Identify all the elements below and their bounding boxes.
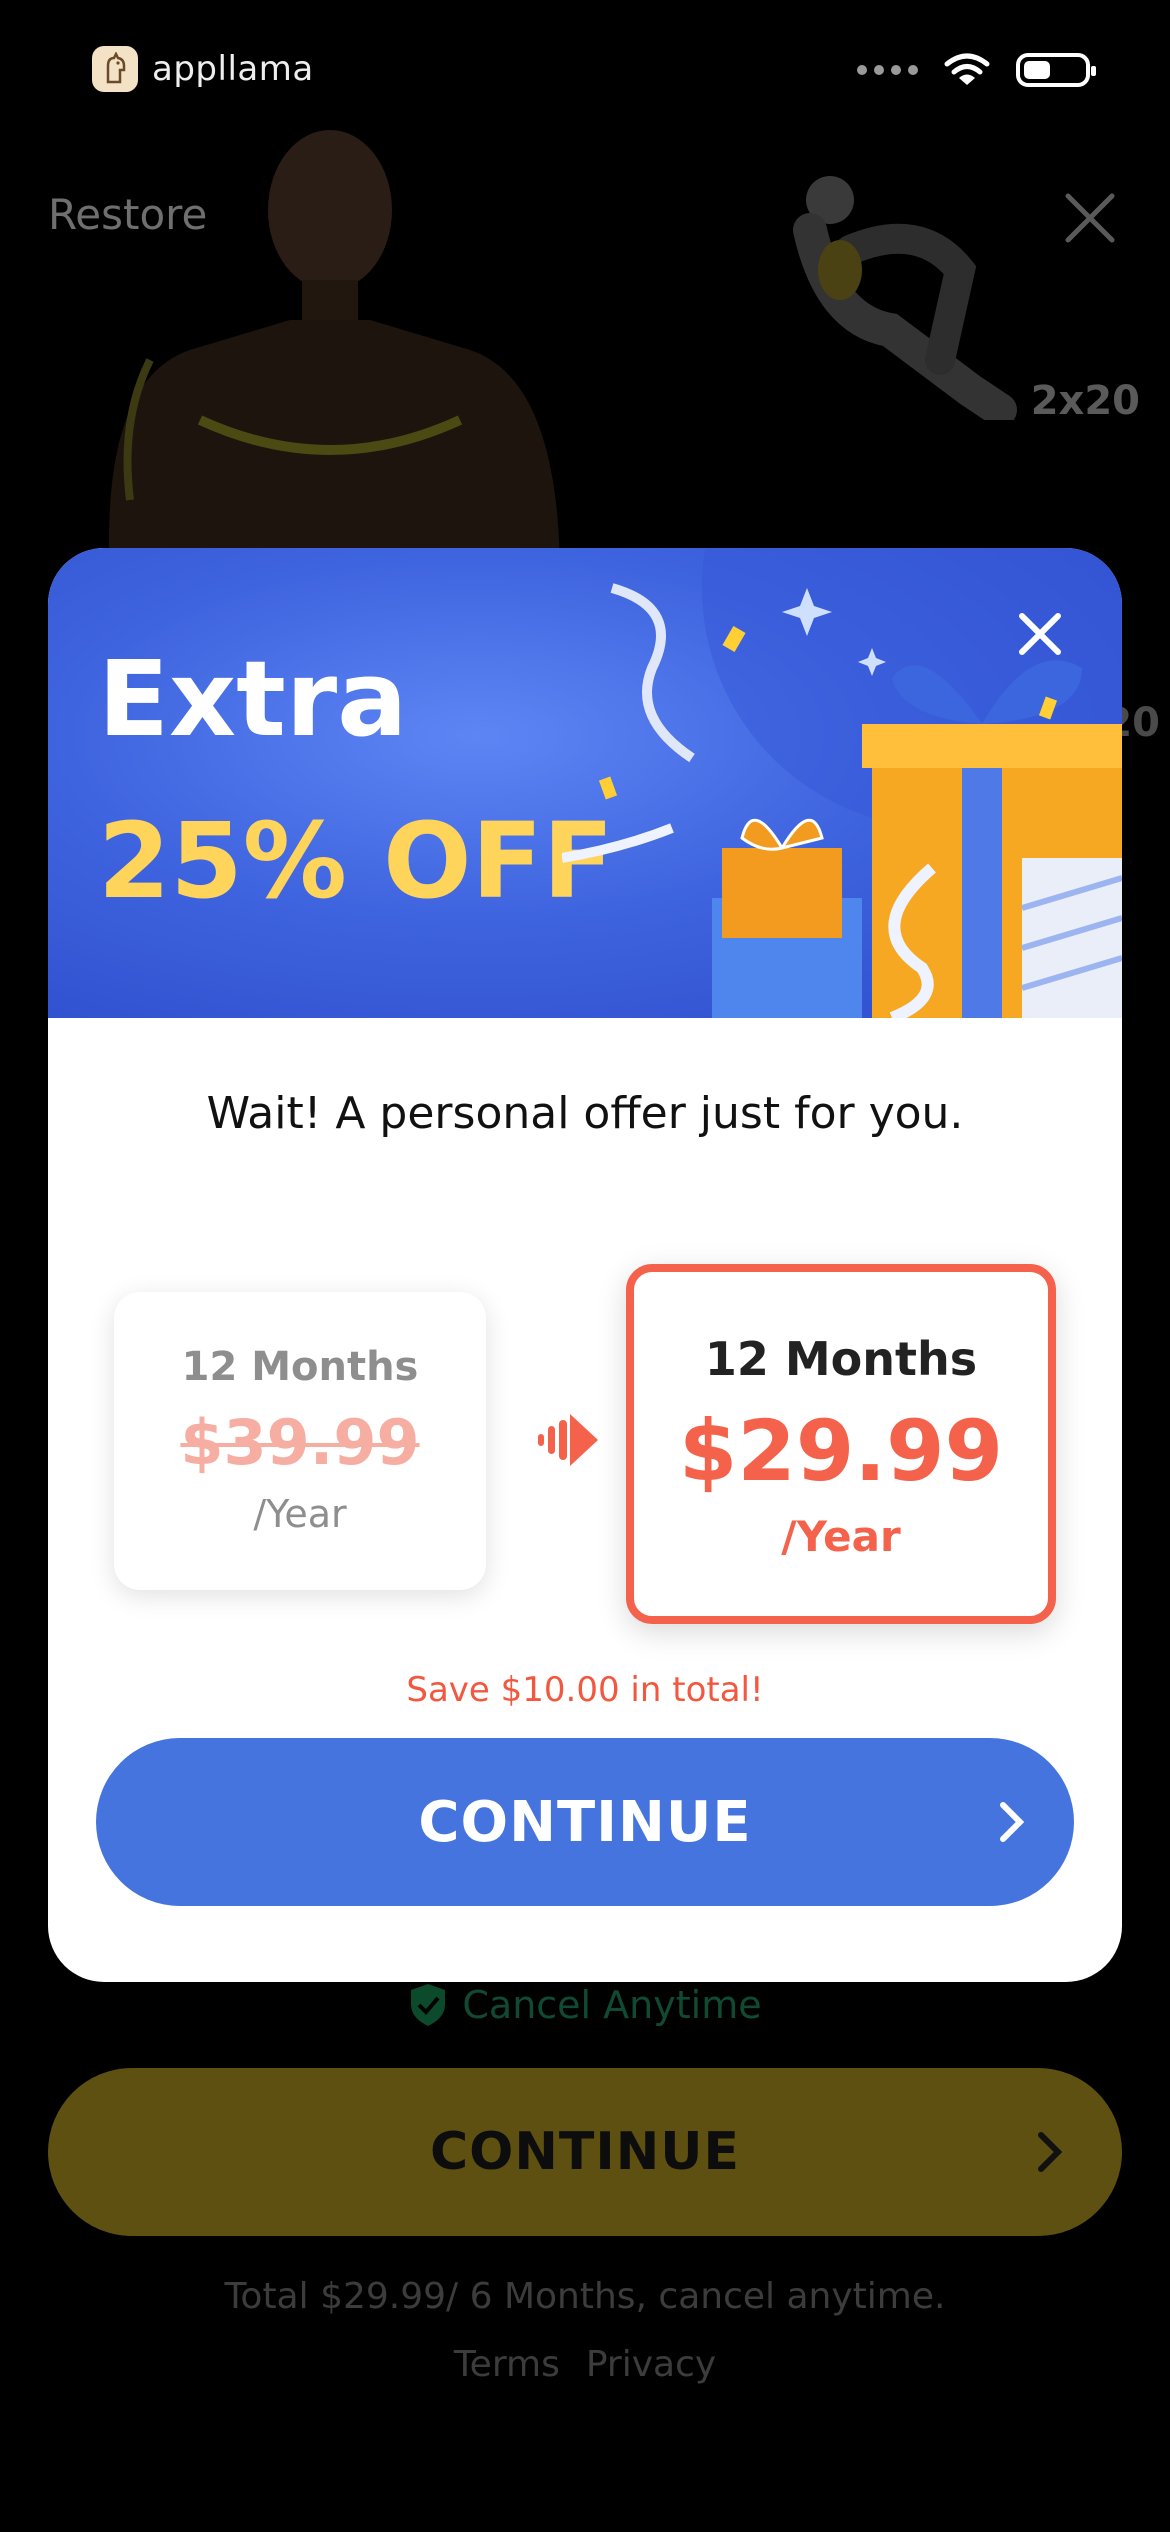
banner-title: Extra (98, 638, 408, 760)
total-price-note: Total $29.99/ 6 Months, cancel anytime. (224, 2276, 946, 2317)
legal-links: Terms Privacy (0, 2344, 1170, 2385)
exercise-illustration (793, 176, 1017, 420)
signal-dots-icon (857, 65, 918, 75)
original-plan-duration: 12 Months (181, 1344, 419, 1390)
original-plan-price: $39.99 (180, 1406, 420, 1479)
battery-icon (1016, 53, 1096, 87)
discounted-plan-card[interactable]: 12 Months $29.99 /Year (626, 1264, 1056, 1624)
restore-button[interactable]: Restore (48, 190, 207, 239)
brand-name: appllama (152, 49, 314, 89)
privacy-link[interactable]: Privacy (586, 2344, 716, 2385)
original-plan-card[interactable]: 12 Months $39.99 /Year (114, 1292, 486, 1590)
banner-discount: 25% OFF (98, 800, 614, 922)
paywall-screen: appllama Restore 2x20 20 Cancel Anytime … (0, 0, 1170, 2532)
background-continue-label: CONTINUE (430, 2122, 740, 2182)
shield-check-icon (411, 1984, 446, 2026)
llama-logo-icon (92, 46, 138, 92)
original-plan-period: /Year (253, 1492, 347, 1536)
exercise-reps: 2x20 (1030, 378, 1140, 424)
cancel-anytime-note: Cancel Anytime (0, 1982, 1170, 2028)
background-continue-button[interactable]: CONTINUE (48, 2068, 1122, 2236)
offer-banner: Extra 25% OFF (48, 548, 1122, 1018)
continue-label: CONTINUE (418, 1789, 752, 1855)
discounted-plan-period: /Year (781, 1512, 901, 1561)
status-icons (857, 52, 1096, 88)
offer-modal: Extra 25% OFF Wait! A personal offer jus… (48, 548, 1122, 1982)
modal-close-icon[interactable] (1010, 604, 1070, 664)
savings-text: Save $10.00 in total! (406, 1670, 764, 1710)
continue-button[interactable]: CONTINUE (96, 1738, 1074, 1906)
wifi-icon (944, 53, 990, 85)
chevron-right-icon (1038, 2132, 1063, 2172)
status-bar: appllama (0, 0, 1170, 140)
app-brand: appllama (92, 46, 314, 92)
close-icon[interactable] (1060, 188, 1120, 248)
discounted-plan-duration: 12 Months (704, 1332, 978, 1386)
chevron-right-icon (1000, 1802, 1025, 1842)
discounted-plan-price: $29.99 (678, 1402, 1004, 1500)
arrow-right-icon (538, 1414, 598, 1466)
offer-subtitle: Wait! A personal offer just for you. (206, 1088, 964, 1139)
athlete-image (109, 130, 560, 580)
cancel-anytime-label: Cancel Anytime (462, 1983, 762, 2027)
terms-link[interactable]: Terms (454, 2344, 560, 2385)
